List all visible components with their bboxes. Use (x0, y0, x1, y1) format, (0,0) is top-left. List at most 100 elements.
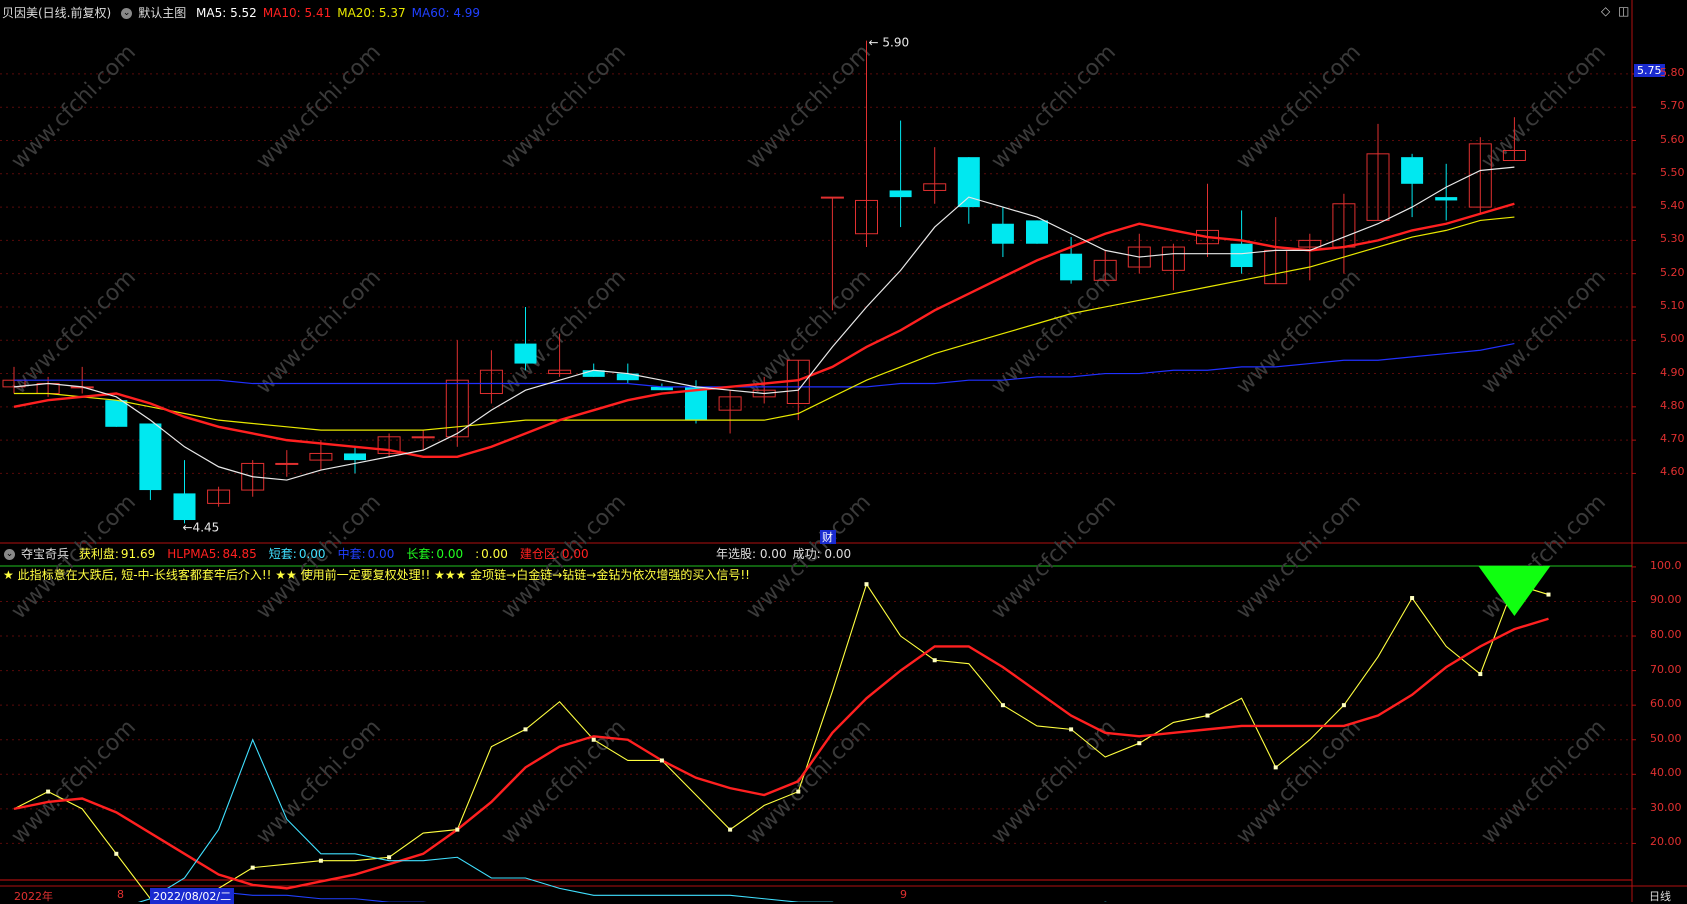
indicator-point (1410, 596, 1415, 601)
watermark-text: www.cfchi.com (252, 715, 386, 849)
indicator-y-tick-label: 60.00 (1650, 697, 1682, 711)
main-y-tick-label: 4.70 (1660, 432, 1685, 446)
candle-body-down (1230, 243, 1253, 268)
main-y-tick-label: 4.60 (1660, 465, 1685, 479)
indicator-y-tick-label: 80.00 (1650, 628, 1682, 642)
indicator-y-tick-label: 40.00 (1650, 766, 1682, 780)
indicator-point (250, 865, 255, 870)
indicator-value-3: 中套: 0.00 (337, 547, 395, 561)
indicator-value-2: 短套: 0.00 (268, 547, 326, 561)
indicator-value-4: 长套: 0.00 (406, 547, 464, 561)
indicator-point (1137, 741, 1142, 746)
indicator-point (659, 758, 664, 763)
indicator-extra-values: 年选股: 0.00 成功: 0.00 (716, 544, 857, 564)
watermark-text: www.cfchi.com (252, 265, 386, 399)
indicator-value-5: :0.00 (475, 547, 508, 561)
watermark-text: www.cfchi.com (987, 40, 1121, 174)
indicator-point (1478, 672, 1483, 677)
main-y-tick-label: 5.20 (1660, 265, 1685, 279)
stock-name[interactable]: 贝因美(日线.前复权) (2, 6, 111, 20)
main-y-tick-label: 5.50 (1660, 165, 1685, 179)
indicator-point (796, 789, 801, 794)
indicator-y-tick-label: 20.00 (1650, 835, 1682, 849)
watermark-text: www.cfchi.com (497, 715, 631, 849)
watermark-text: www.cfchi.com (987, 715, 1121, 849)
indicator-point (591, 737, 596, 742)
indicator-point (1273, 765, 1278, 770)
indicator-extra-0: 年选股: 0.00 (716, 547, 787, 561)
indicator-extra-1: 成功: 0.00 (792, 547, 852, 561)
x-label-month-8: 8 (117, 888, 124, 901)
indicator-point (1341, 703, 1346, 708)
window-toggle-icon[interactable]: ◫ (1618, 4, 1629, 18)
chevron-down-icon[interactable]: ⌄ (121, 8, 133, 19)
watermark-text: www.cfchi.com (1232, 715, 1366, 849)
high-price-label: ← 5.90 (869, 36, 910, 50)
ma-value-2: MA20: 5.37 (337, 6, 406, 20)
indicator-header: ⌄ 夺宝奇兵 获利盘: 91.69 HLPMA5: 84.85 短套: 0.00 中套: 0.0… (0, 544, 607, 564)
indicator-point (932, 658, 937, 663)
main-y-tick-label: 5.80 (1660, 65, 1685, 79)
indicator-y-tick-label: 30.00 (1650, 800, 1682, 814)
indicator-point (864, 582, 869, 587)
main-y-tick-label: 5.70 (1660, 99, 1685, 113)
watermark-text: www.cfchi.com (1477, 715, 1611, 849)
ma-value-0: MA5: 5.52 (196, 6, 257, 20)
x-label-month-9: 9 (900, 888, 907, 901)
indicator-name[interactable]: 夺宝奇兵 (21, 547, 69, 561)
candle-body-down (1435, 197, 1458, 201)
indicator-point (46, 789, 51, 794)
candle-body-down (1401, 157, 1424, 184)
main-y-tick-label: 4.80 (1660, 398, 1685, 412)
candle-body-down (344, 453, 366, 461)
indicator-y-tick-label: 90.00 (1650, 593, 1682, 607)
indicator-notes: ★ 此指标意在大跌后, 短-中-长线客都套牢后介入!! ★★ 使用前一定要复权处… (3, 568, 750, 582)
chevron-down-icon[interactable]: ⌄ (4, 549, 15, 560)
main-chart-header: 贝因美(日线.前复权) ⌄ 默认主图 MA5: 5.52 MA10: 5.41 MA20… (0, 3, 492, 23)
watermark-text: www.cfchi.com (742, 40, 876, 174)
indicator-point (318, 858, 323, 863)
indicator-point (1000, 703, 1005, 708)
indicator-point (1546, 592, 1551, 597)
watermark-text: www.cfchi.com (742, 265, 876, 399)
indicator-point (114, 851, 119, 856)
diamond-icon[interactable]: ◇ (1601, 4, 1610, 18)
candle-body-down (139, 423, 162, 491)
indicator-value-1: HLPMA5: 84.85 (167, 547, 257, 561)
watermark-layer: www.cfchi.com www.cfchi.com www.cfchi.com w… (7, 40, 1611, 849)
candle-body-up (411, 436, 435, 439)
candle-body-down (1060, 253, 1083, 281)
candle-body-down (1026, 220, 1048, 244)
watermark-text: www.cfchi.com (742, 715, 876, 849)
low-price-label: ←4.45 (183, 520, 220, 534)
watermark-text: www.cfchi.com (7, 265, 141, 399)
main-y-tick-label: 5.60 (1660, 132, 1685, 146)
indicator-point (1069, 727, 1074, 732)
candle-body-down (173, 493, 196, 521)
candle-body-down (889, 190, 912, 198)
watermark-text: www.cfchi.com (987, 490, 1121, 624)
indicator-y-tick-label: 50.00 (1650, 731, 1682, 745)
watermark-text: www.cfchi.com (1477, 265, 1611, 399)
indicator-point (455, 827, 460, 832)
main-y-tick-label: 5.10 (1660, 298, 1685, 312)
indicator-values: 获利盘: 91.69 HLPMA5: 84.85 短套: 0.00 中套: 0.00 长套: 0.… (79, 547, 601, 561)
indicator-y-tick-label: 70.00 (1650, 662, 1682, 676)
grid-layer (0, 0, 1687, 902)
watermark-text: www.cfchi.com (1477, 490, 1611, 624)
indicator-layer (13, 566, 1551, 902)
indicator-point (728, 827, 733, 832)
chart-canvas[interactable]: www.cfchi.com www.cfchi.com www.cfchi.com w… (0, 0, 1687, 902)
chart-template[interactable]: 默认主图 (138, 6, 186, 20)
watermark-text: www.cfchi.com (7, 715, 141, 849)
watermark-text: www.cfchi.com (1232, 490, 1366, 624)
indicator-point (1205, 713, 1210, 718)
indicator-value-0: 获利盘: 91.69 (78, 547, 156, 561)
candle-body-up (820, 196, 844, 199)
indicator-point (523, 727, 528, 732)
candle-body-up (275, 462, 299, 465)
main-y-tick-label: 5.00 (1660, 332, 1685, 346)
ma-value-1: MA10: 5.41 (262, 6, 332, 20)
main-y-tick-label: 4.90 (1660, 365, 1685, 379)
indicator-point (387, 855, 392, 860)
